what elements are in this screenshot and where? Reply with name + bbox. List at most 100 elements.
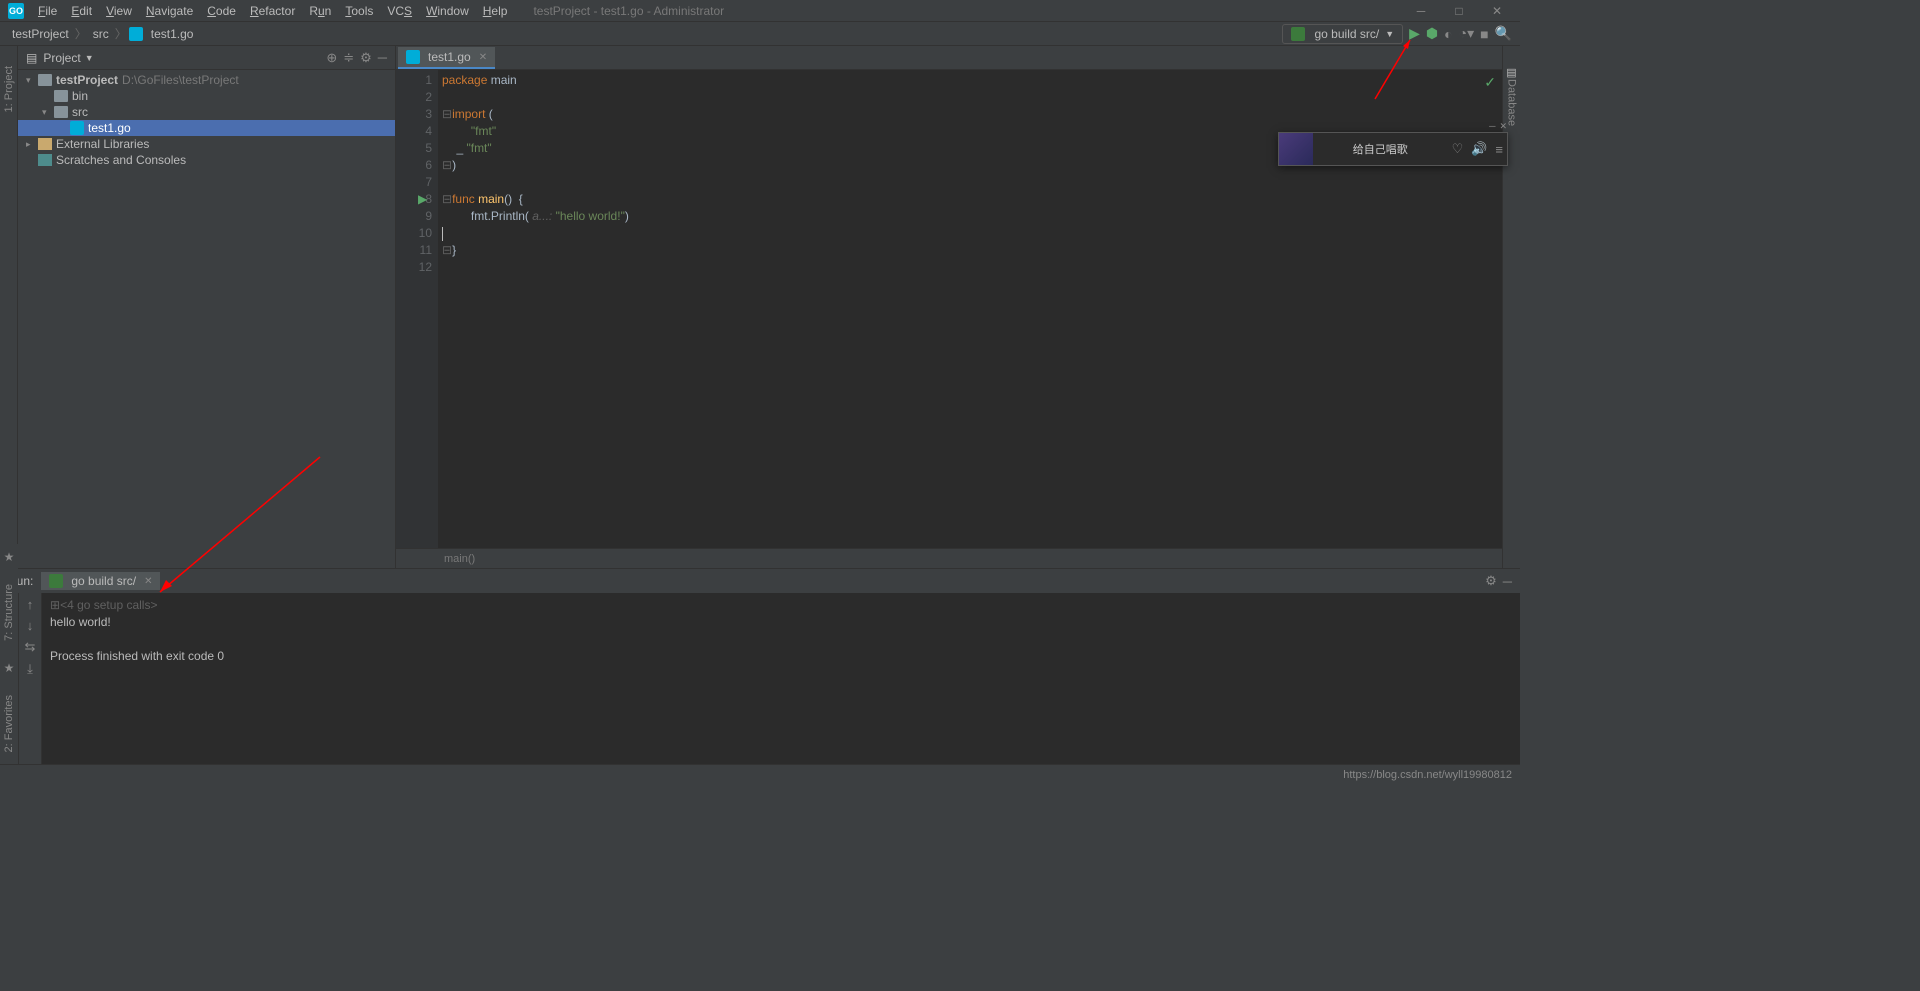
run-button[interactable]: ▶: [1409, 25, 1420, 42]
coverage-button[interactable]: ◐: [1444, 26, 1452, 42]
menu-window[interactable]: Window: [420, 2, 475, 20]
breadcrumb-sep: 〉: [115, 25, 127, 42]
wrap-icon[interactable]: ⇆: [25, 639, 36, 655]
hide-icon[interactable]: ─: [378, 50, 387, 65]
expand-arrow-icon[interactable]: ▾: [42, 107, 54, 118]
volume-icon[interactable]: 🔊: [1471, 141, 1487, 157]
media-player-widget[interactable]: ─ ✕ 给自己唱歌 ♡ 🔊 ≡: [1278, 132, 1508, 166]
toolbar-right: go build src/ ▼ ▶ ⬢ ◐ ◔▾ ■ 🔍: [1282, 24, 1513, 44]
scroll-icon[interactable]: ⤓: [27, 661, 33, 677]
chevron-down-icon[interactable]: ▼: [85, 53, 94, 63]
folder-icon: [38, 74, 52, 86]
tree-bin[interactable]: bin: [18, 88, 395, 104]
go-file-icon: [70, 121, 84, 135]
collapse-icon[interactable]: ≑: [343, 50, 354, 66]
tree-root[interactable]: ▾ testProject D:\GoFiles\testProject: [18, 72, 395, 88]
project-tree[interactable]: ▾ testProject D:\GoFiles\testProject bin…: [18, 70, 395, 568]
close-tab-icon[interactable]: ✕: [479, 52, 487, 63]
main-menu: File Edit View Navigate Code Refactor Ru…: [32, 2, 513, 20]
run-config-selector[interactable]: go build src/ ▼: [1282, 24, 1404, 44]
console-output-line: hello world!: [50, 614, 1512, 631]
minimize-button[interactable]: ─: [1406, 4, 1436, 18]
tree-file-test1[interactable]: test1.go: [18, 120, 395, 136]
close-button[interactable]: ✕: [1482, 4, 1512, 18]
menu-refactor[interactable]: Refactor: [244, 2, 301, 20]
tree-root-label: testProject: [56, 73, 118, 87]
console-output[interactable]: ⊞<4 go setup calls> hello world! Process…: [42, 593, 1520, 764]
star-icon: ★: [4, 661, 15, 675]
breadcrumb-root[interactable]: testProject: [8, 25, 73, 43]
window-controls: ─ □ ✕: [1406, 4, 1512, 18]
tree-file-label: test1.go: [88, 121, 131, 135]
menu-view[interactable]: View: [100, 2, 138, 20]
hide-icon[interactable]: ─: [1503, 574, 1512, 589]
expand-arrow-icon[interactable]: ▸: [26, 139, 38, 150]
window-title: testProject - test1.go - Administrator: [533, 4, 724, 18]
chevron-down-icon: ▼: [1385, 29, 1394, 39]
editor-area: test1.go ✕ 1234567 ▶8 9101112 package ma…: [396, 46, 1502, 568]
menu-file[interactable]: File: [32, 2, 63, 20]
title-bar: GO File Edit View Navigate Code Refactor…: [0, 0, 1520, 22]
tool-tab-structure[interactable]: 7: Structure: [3, 584, 15, 641]
project-tool-window: ▤ Project ▼ ⊕ ≑ ⚙ ─ ▾ testProject D:\GoF…: [18, 46, 396, 568]
tree-root-path: D:\GoFiles\testProject: [122, 73, 239, 87]
run-tab[interactable]: go build src/ ✕: [41, 572, 160, 590]
folder-icon: ▤: [26, 51, 37, 65]
nav-bar: testProject 〉 src 〉 test1.go go build sr…: [0, 22, 1520, 46]
profile-button[interactable]: ◔▾: [1459, 25, 1474, 42]
tool-tab-database[interactable]: Database: [1506, 79, 1518, 126]
left-tool-strip: 1: Project: [0, 46, 18, 568]
search-button[interactable]: 🔍: [1495, 25, 1512, 42]
go-file-icon: [406, 50, 420, 64]
database-strip-icon[interactable]: ▤: [1506, 66, 1516, 79]
run-tool-window: Run: go build src/ ✕ ⚙ ─ ▶ ■ ▤ 📌 🖶 🗑 ↑ ↓…: [0, 568, 1520, 764]
menu-help[interactable]: Help: [477, 2, 514, 20]
go-file-icon: [1291, 27, 1305, 41]
mini-minimize-icon[interactable]: ─: [1489, 121, 1495, 132]
breadcrumb-file[interactable]: test1.go: [147, 25, 198, 43]
tree-src-label: src: [72, 105, 88, 119]
menu-tools[interactable]: Tools: [339, 2, 379, 20]
tree-scratches[interactable]: Scratches and Consoles: [18, 152, 395, 168]
up-icon[interactable]: ↑: [27, 597, 34, 612]
tool-tab-project[interactable]: 1: Project: [3, 66, 15, 112]
expand-arrow-icon[interactable]: ▾: [26, 75, 38, 86]
run-gutter-mid: ↑ ↓ ⇆ ⤓: [18, 593, 42, 764]
tree-src[interactable]: ▾ src: [18, 104, 395, 120]
console-exit-line: Process finished with exit code 0: [50, 648, 1512, 665]
menu-run[interactable]: Run: [303, 2, 337, 20]
go-file-icon: [49, 574, 63, 588]
app-logo-icon: GO: [8, 3, 24, 19]
breadcrumb-sep: 〉: [75, 25, 87, 42]
go-file-icon: [129, 27, 143, 41]
stop-button[interactable]: ■: [1480, 26, 1488, 42]
inspection-ok-icon[interactable]: ✓: [1484, 74, 1496, 91]
menu-vcs[interactable]: VCS: [381, 2, 418, 20]
gutter-run-icon[interactable]: ▶: [418, 191, 427, 208]
tree-ext-libs[interactable]: ▸ External Libraries: [18, 136, 395, 152]
menu-navigate[interactable]: Navigate: [140, 2, 199, 20]
gear-icon[interactable]: ⚙: [1485, 573, 1497, 589]
editor-tabs: test1.go ✕: [396, 46, 1502, 70]
console-setup-line: <4 go setup calls>: [60, 598, 157, 612]
editor-breadcrumb[interactable]: main(): [396, 548, 1502, 568]
gear-icon[interactable]: ⚙: [360, 50, 372, 66]
star-icon: ★: [4, 550, 15, 564]
watermark-text: https://blog.csdn.net/wyll19980812: [1343, 769, 1512, 781]
maximize-button[interactable]: □: [1444, 4, 1474, 18]
debug-button[interactable]: ⬢: [1426, 25, 1438, 42]
menu-code[interactable]: Code: [201, 2, 242, 20]
project-panel-title: Project: [43, 51, 80, 65]
playlist-icon[interactable]: ≡: [1495, 142, 1503, 157]
heart-icon[interactable]: ♡: [1452, 141, 1464, 157]
editor-gutter[interactable]: 1234567 ▶8 9101112: [396, 70, 438, 548]
target-icon[interactable]: ⊕: [326, 50, 337, 66]
menu-edit[interactable]: Edit: [65, 2, 98, 20]
close-tab-icon[interactable]: ✕: [144, 576, 152, 587]
breadcrumb-src[interactable]: src: [89, 25, 113, 43]
down-icon[interactable]: ↓: [27, 618, 34, 633]
editor-tab-test1[interactable]: test1.go ✕: [398, 47, 495, 69]
mini-close-icon[interactable]: ✕: [1499, 121, 1507, 132]
tool-tab-favorites[interactable]: 2: Favorites: [3, 695, 15, 752]
song-title: 给自己唱歌: [1313, 141, 1448, 157]
